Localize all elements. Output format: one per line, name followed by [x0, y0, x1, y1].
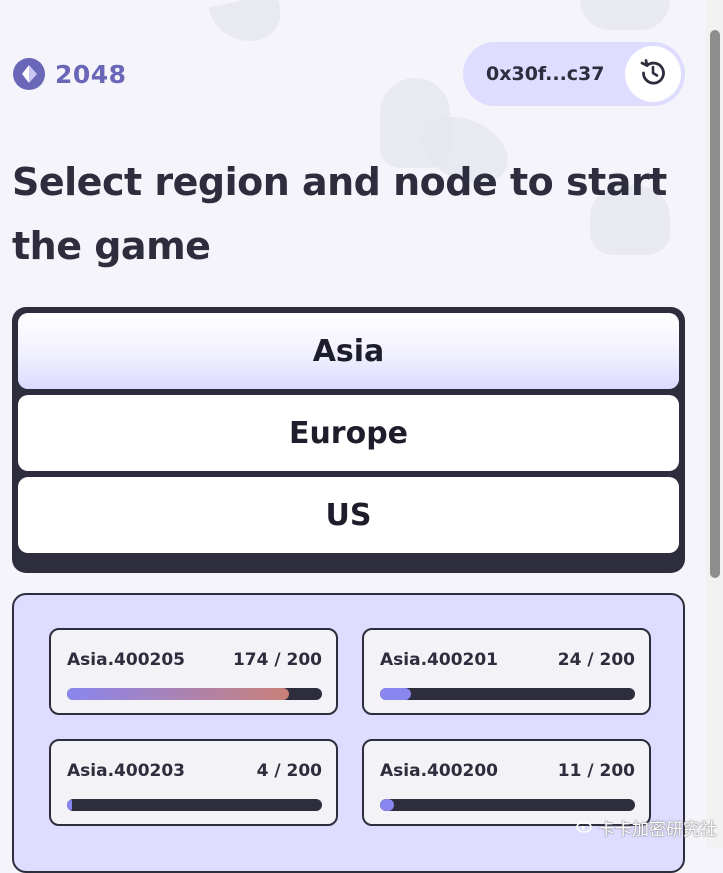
node-capacity-fill — [380, 799, 395, 811]
app-name: 2048 — [55, 59, 127, 89]
node-card[interactable]: Asia.400201 24 / 200 — [362, 628, 651, 715]
header: 2048 0x30f...c37 — [12, 42, 685, 106]
node-name: Asia.400203 — [67, 761, 186, 781]
region-button-us[interactable]: US — [18, 477, 679, 553]
scrollbar[interactable] — [706, 0, 723, 847]
node-name: Asia.400201 — [380, 650, 499, 670]
node-name: Asia.400205 — [67, 650, 186, 670]
node-card[interactable]: Asia.400200 11 / 200 — [362, 739, 651, 826]
app-logo[interactable]: 2048 — [12, 57, 127, 91]
node-capacity-bar — [67, 688, 322, 700]
region-button-asia[interactable]: Asia — [18, 313, 679, 389]
node-card[interactable]: Asia.400203 4 / 200 — [49, 739, 338, 826]
refresh-icon — [638, 57, 668, 91]
watermark-text: 卡卡加密研究社 — [598, 820, 717, 840]
page-title: Select region and node to start the game — [12, 160, 667, 268]
node-player-count: 24 / 200 — [557, 650, 635, 670]
background-decoration — [580, 0, 670, 30]
node-player-count: 174 / 200 — [232, 650, 322, 670]
scrollbar-thumb[interactable] — [710, 30, 720, 578]
node-capacity-fill — [380, 688, 411, 700]
wallet-address[interactable]: 0x30f...c37 — [486, 42, 605, 106]
node-name: Asia.400200 — [380, 761, 499, 781]
play-diamond-icon — [12, 57, 46, 91]
wallet-pill[interactable]: 0x30f...c37 — [463, 42, 685, 106]
node-capacity-bar — [67, 799, 322, 811]
node-card[interactable]: Asia.400205 174 / 200 — [49, 628, 338, 715]
node-capacity-bar — [380, 799, 635, 811]
node-player-count: 11 / 200 — [557, 761, 635, 781]
weibo-icon — [576, 817, 594, 838]
node-player-count: 4 / 200 — [256, 761, 322, 781]
region-button-europe[interactable]: Europe — [18, 395, 679, 471]
node-capacity-fill — [67, 799, 73, 811]
node-capacity-fill — [67, 688, 289, 700]
reset-button[interactable] — [625, 46, 681, 102]
region-selector: Asia Europe US — [12, 307, 685, 573]
node-capacity-bar — [380, 688, 635, 700]
watermark: 卡卡加密研究社 — [576, 815, 717, 840]
